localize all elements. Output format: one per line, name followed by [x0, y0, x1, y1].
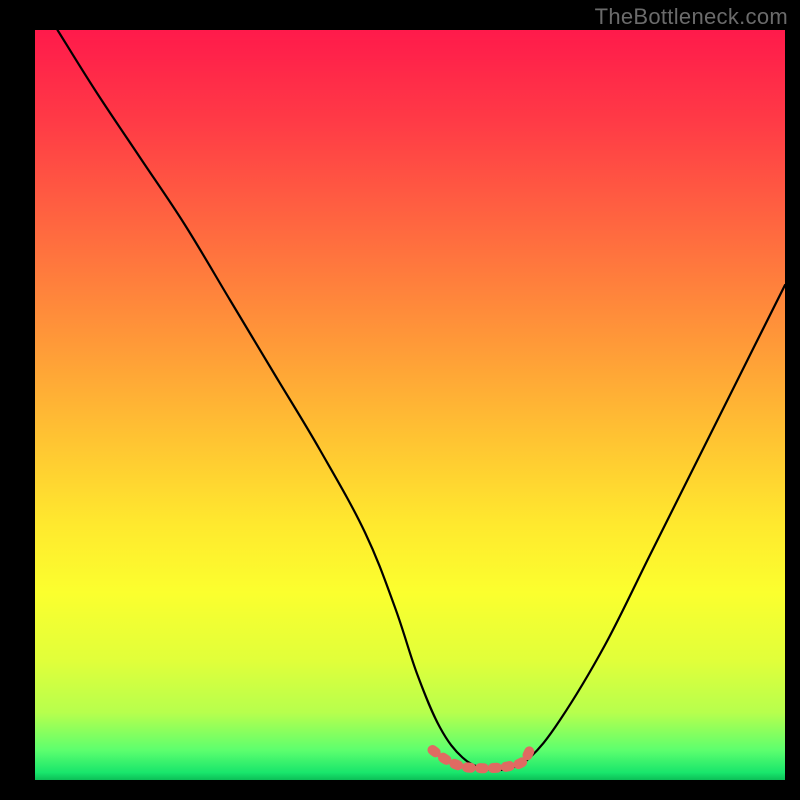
chart-frame: TheBottleneck.com [0, 0, 800, 800]
plot-area [35, 30, 785, 780]
sweet-spot-band [433, 750, 531, 768]
bottleneck-curve [58, 30, 786, 770]
chart-svg [35, 30, 785, 780]
watermark-text: TheBottleneck.com [595, 4, 788, 30]
